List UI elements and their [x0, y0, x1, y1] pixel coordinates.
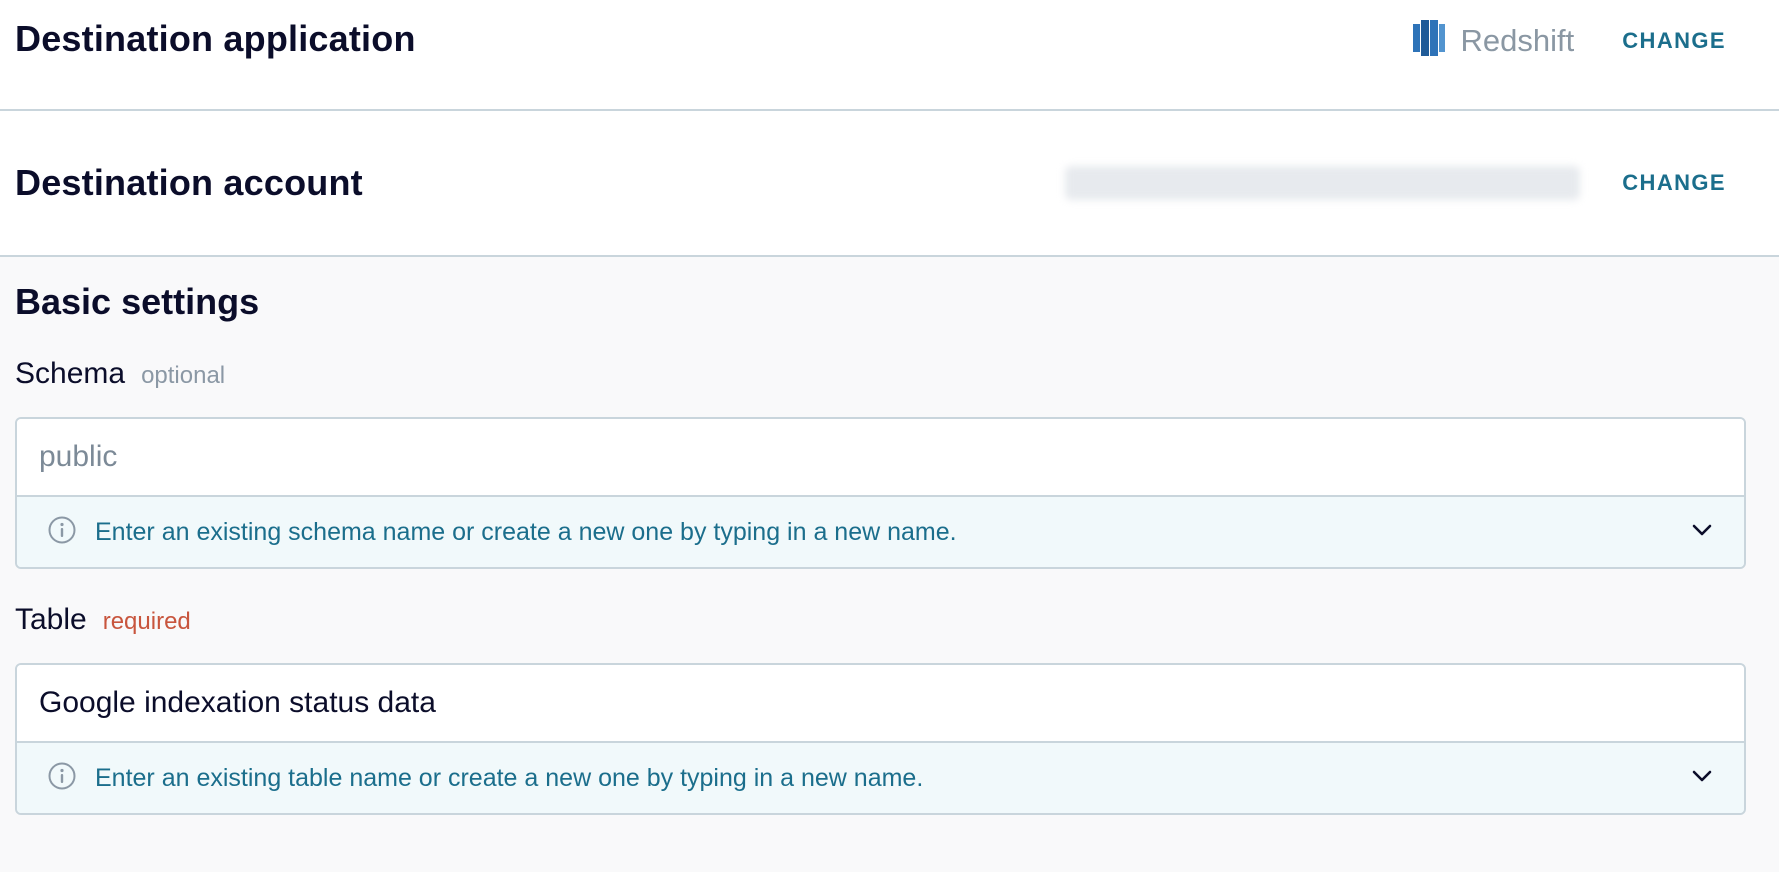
destination-application-row: Destination application Redshift CHANGE	[0, 0, 1779, 111]
change-application-button[interactable]: CHANGE	[1622, 28, 1726, 54]
table-help-toggle[interactable]: Enter an existing table name or create a…	[17, 741, 1744, 813]
table-label-row: Table required	[15, 603, 1746, 637]
chevron-down-icon[interactable]	[1690, 764, 1714, 793]
table-help-text: Enter an existing table name or create a…	[95, 763, 924, 792]
schema-help-text: Enter an existing schema name or create …	[95, 517, 957, 546]
schema-help-content: Enter an existing schema name or create …	[47, 515, 957, 550]
destination-application-controls: Redshift CHANGE	[1411, 18, 1726, 63]
schema-optional-hint: optional	[141, 362, 226, 389]
table-label: Table	[15, 603, 87, 636]
redshift-logo-icon	[1411, 18, 1447, 63]
schema-input[interactable]	[17, 419, 1744, 495]
redacted-account-value	[1065, 166, 1581, 200]
basic-settings-title: Basic settings	[15, 281, 260, 322]
destination-account-controls: CHANGE	[1065, 166, 1726, 200]
schema-field: Enter an existing schema name or create …	[15, 417, 1746, 569]
destination-account-title: Destination account	[15, 162, 363, 203]
app-name: Redshift	[1460, 22, 1575, 58]
table-help-content: Enter an existing table name or create a…	[47, 761, 923, 796]
destination-application-title: Destination application	[15, 18, 416, 59]
info-icon	[47, 515, 95, 550]
basic-settings-section: Basic settings Schema optional Enter an …	[0, 257, 1779, 872]
destination-settings-page: Destination application Redshift CHANGE …	[0, 0, 1779, 872]
schema-label: Schema	[15, 357, 126, 390]
table-field: Enter an existing table name or create a…	[15, 663, 1746, 815]
change-account-button[interactable]: CHANGE	[1622, 170, 1726, 196]
selected-app: Redshift	[1411, 18, 1575, 63]
table-input[interactable]	[17, 665, 1744, 741]
chevron-down-icon[interactable]	[1690, 518, 1714, 547]
table-required-hint: required	[102, 608, 191, 635]
schema-label-row: Schema optional	[15, 357, 1746, 391]
schema-help-toggle[interactable]: Enter an existing schema name or create …	[17, 495, 1744, 567]
info-icon	[47, 761, 95, 796]
destination-account-row: Destination account CHANGE	[0, 111, 1779, 257]
